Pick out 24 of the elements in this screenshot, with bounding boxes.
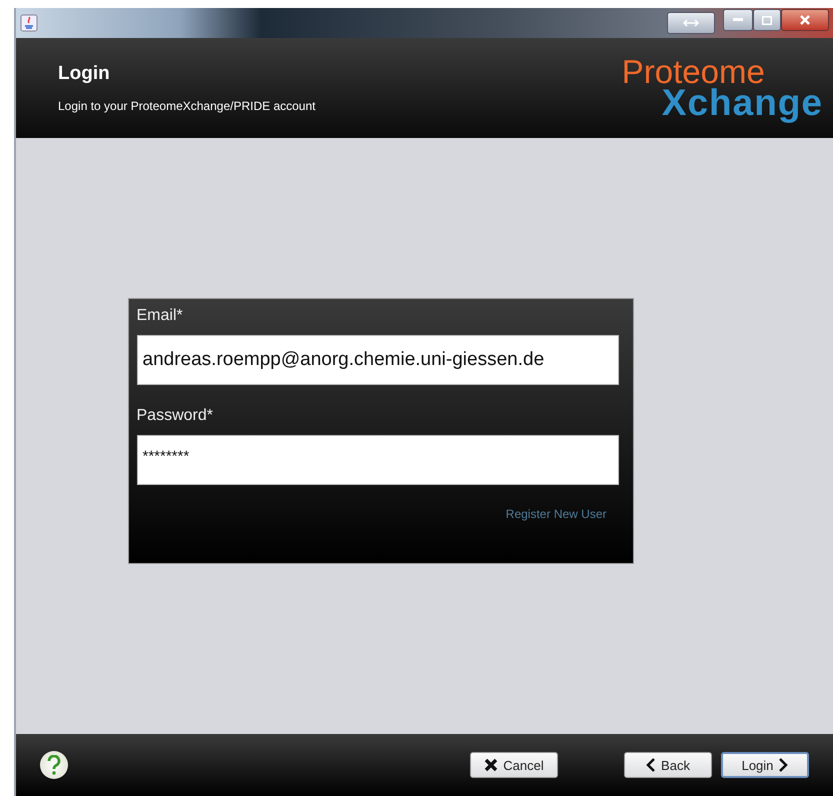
back-button[interactable]: Back bbox=[624, 752, 712, 778]
chevron-left-icon bbox=[646, 758, 656, 772]
maximize-icon bbox=[762, 16, 772, 24]
minimize-button[interactable] bbox=[723, 9, 753, 31]
field-label: Email* bbox=[136, 307, 184, 325]
page-subtitle: Login to your ProteomeXchange/PRIDE account bbox=[58, 99, 316, 113]
cancel-button[interactable]: Cancel bbox=[470, 752, 558, 778]
minimize-icon bbox=[733, 18, 743, 22]
register-link[interactable]: Register New User bbox=[506, 507, 606, 521]
page-title: Login bbox=[58, 63, 111, 85]
close-icon bbox=[484, 758, 498, 772]
chevron-right-icon bbox=[778, 758, 788, 772]
help-button[interactable] bbox=[40, 751, 68, 779]
maximize-button[interactable] bbox=[753, 9, 781, 31]
help-icon bbox=[47, 755, 61, 775]
double-arrow-icon bbox=[683, 19, 699, 27]
login-button[interactable]: Login bbox=[721, 752, 809, 778]
close-icon bbox=[800, 15, 810, 25]
close-button[interactable] bbox=[781, 9, 829, 31]
java-icon bbox=[20, 14, 38, 32]
password-field[interactable]: ******** bbox=[136, 435, 618, 485]
field-label: Password* bbox=[136, 407, 214, 425]
resize-button[interactable] bbox=[667, 12, 715, 34]
email-field[interactable]: andreas.roempp@anorg.chemie.uni-giessen.de bbox=[136, 335, 618, 385]
